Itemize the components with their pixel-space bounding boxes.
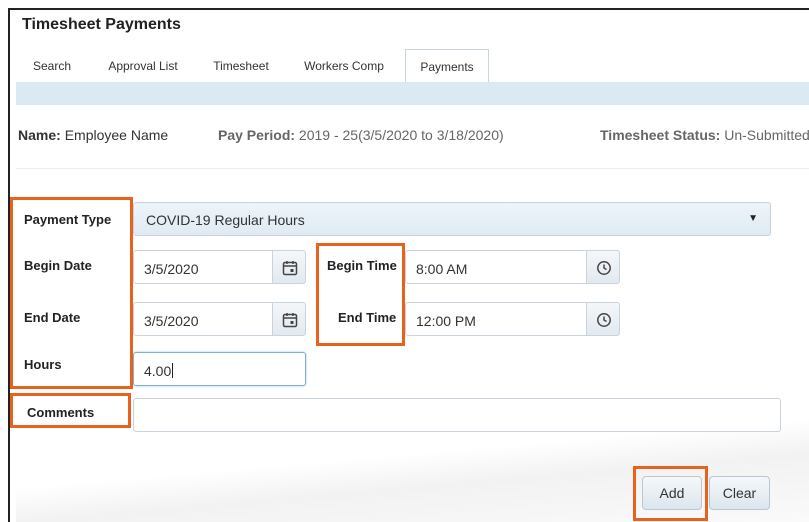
end-time-value: 12:00 PM [416, 313, 476, 329]
hours-input[interactable]: 4.00 [133, 352, 306, 386]
begin-date-picker-button[interactable] [272, 250, 306, 284]
status-label: Timesheet Status: [600, 127, 721, 143]
begin-time-input[interactable]: 8:00 AM [405, 250, 587, 284]
pay-period-value: 2019 - 25(3/5/2020 to 3/18/2020) [298, 127, 504, 143]
comments-highlight-box [10, 393, 131, 428]
tab-timesheet[interactable]: Timesheet [204, 49, 278, 83]
clock-icon [597, 261, 611, 275]
comments-input[interactable] [133, 398, 781, 432]
employee-name: Name: Employee Name [18, 127, 168, 143]
name-value: Employee Name [64, 127, 169, 143]
calendar-icon [282, 261, 298, 276]
window-border [8, 8, 809, 10]
add-button-highlight-box [633, 466, 708, 521]
caret-down-icon: ▼ [748, 213, 758, 224]
pay-period-label: Pay Period: [218, 127, 296, 143]
tab-search[interactable]: Search [22, 49, 82, 83]
tab-list: Search Approval List Timesheet Workers C… [16, 49, 809, 83]
clock-icon [597, 313, 611, 327]
tab-content-header [16, 82, 809, 105]
status-value: Un-Submitted [724, 127, 809, 143]
timesheet-status: Timesheet Status: Un-Submitted [600, 127, 809, 143]
payment-type-value: COVID-19 Regular Hours [146, 212, 305, 228]
begin-date-input[interactable]: 3/5/2020 [133, 250, 273, 284]
begin-date-value: 3/5/2020 [144, 261, 199, 277]
app-window: Timesheet Payments Search Approval List … [0, 0, 809, 522]
payment-type-select[interactable]: COVID-19 Regular Hours ▼ [133, 202, 771, 236]
divider [16, 168, 809, 169]
labels-highlight-box [10, 197, 133, 389]
hours-value: 4.00 [144, 363, 174, 379]
tab-workers-comp[interactable]: Workers Comp [296, 49, 392, 83]
hours-text: 4.00 [144, 363, 172, 379]
employee-info: Name: Employee Name Pay Period: 2019 - 2… [18, 127, 809, 147]
tab-approval-list[interactable]: Approval List [99, 49, 187, 83]
begin-time-picker-button[interactable] [586, 250, 620, 284]
calendar-icon [282, 313, 298, 328]
time-labels-highlight-box [316, 243, 405, 346]
end-date-value: 3/5/2020 [144, 313, 199, 329]
begin-time-value: 8:00 AM [416, 261, 468, 277]
end-date-picker-button[interactable] [272, 302, 306, 336]
name-label: Name: [18, 127, 61, 143]
tab-payments[interactable]: Payments [405, 49, 489, 83]
end-time-input[interactable]: 12:00 PM [405, 302, 587, 336]
page-title: Timesheet Payments [22, 16, 181, 33]
text-cursor [172, 363, 174, 378]
end-date-input[interactable]: 3/5/2020 [133, 302, 273, 336]
pay-period: Pay Period: 2019 - 25(3/5/2020 to 3/18/2… [218, 127, 504, 143]
clear-button[interactable]: Clear [709, 476, 770, 510]
end-time-picker-button[interactable] [586, 302, 620, 336]
